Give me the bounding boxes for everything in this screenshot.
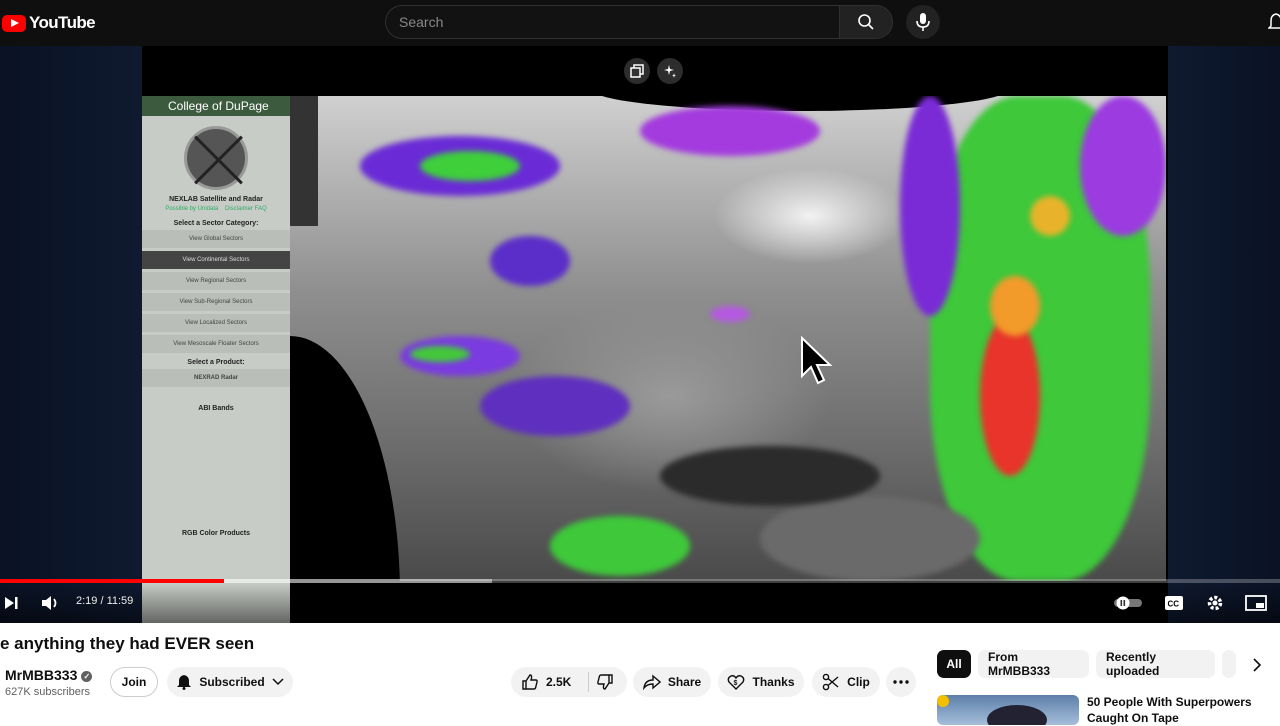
copy-icon: [630, 64, 644, 78]
sector-option: View Regional Sectors: [142, 272, 290, 290]
sparkle-icon: [664, 65, 676, 78]
svg-text:$: $: [734, 680, 738, 687]
select-sector-label: Select a Sector Category:: [173, 220, 259, 227]
youtube-logo[interactable]: YouTube: [2, 12, 96, 34]
more-actions-button[interactable]: [886, 667, 916, 697]
autoplay-toggle-icon: [1114, 596, 1142, 610]
rgb-label: RGB Color Products: [181, 530, 251, 537]
thumbnail-badge-icon: [937, 695, 949, 707]
skip-next-icon: [5, 597, 18, 609]
clip-label: Clip: [847, 675, 870, 689]
bell-icon: [177, 675, 192, 690]
ai-overlay-button[interactable]: [657, 58, 683, 84]
nexlab-logo: [184, 126, 248, 190]
miniplayer-icon: [1245, 595, 1267, 611]
panel-title: NEXLAB Satellite and Radar: [169, 196, 263, 203]
like-count[interactable]: 2.5K: [546, 675, 571, 689]
sector-option: View Mesoscale Floater Sectors: [142, 335, 290, 353]
youtube-play-icon: [2, 14, 26, 32]
controls-bar: [0, 583, 1280, 623]
closed-captions-icon: CC: [1165, 596, 1183, 610]
chip-recently-uploaded[interactable]: Recently uploaded: [1096, 650, 1215, 678]
search-input[interactable]: Search: [385, 5, 839, 39]
chevron-right-icon[interactable]: [1252, 658, 1262, 672]
nexrad-label: NEXRAD Radar: [142, 369, 290, 387]
captions-button[interactable]: CC: [1163, 592, 1185, 614]
share-button[interactable]: Share: [633, 667, 711, 697]
select-product-label: Select a Product:: [187, 359, 245, 366]
autoplay-toggle[interactable]: [1114, 592, 1144, 614]
subscribed-button[interactable]: Subscribed: [167, 667, 293, 697]
search-button[interactable]: [839, 5, 893, 39]
nexlab-panel: College of DuPage NEXLAB Satellite and R…: [142, 96, 290, 623]
top-bar: YouTube Search: [0, 0, 1280, 46]
channel-name-text[interactable]: MrMBB333: [5, 667, 77, 683]
recommendation-title[interactable]: 50 People With Superpowers Caught On Tap…: [1087, 694, 1257, 726]
panel-link: Possible by Unidata: [165, 206, 219, 212]
share-label: Share: [667, 675, 702, 689]
cursor-icon: [801, 336, 833, 385]
like-divider: [588, 672, 590, 692]
recommendation-thumbnail[interactable]: [937, 695, 1079, 725]
panel-link: Disclaimer FAQ: [225, 206, 267, 212]
clip-button[interactable]: Clip: [812, 667, 880, 697]
time-display: 2:19 / 11:59: [76, 595, 134, 607]
scissors-icon: [822, 673, 839, 691]
volume-icon: [42, 596, 57, 610]
subscribed-label: Subscribed: [199, 675, 265, 689]
playlist-overlay-button[interactable]: [624, 58, 650, 84]
player-ambient-left: [0, 46, 142, 623]
video-player[interactable]: College of DuPage NEXLAB Satellite and R…: [0, 46, 1280, 623]
miniplayer-button[interactable]: [1244, 592, 1268, 614]
chip-from-channel[interactable]: From MrMBB333: [978, 650, 1089, 678]
channel-name[interactable]: MrMBB333 ✓: [5, 667, 93, 683]
more-horizontal-icon: [893, 680, 909, 684]
svg-text:CC: CC: [1168, 600, 1180, 609]
abi-label: ABI Bands: [198, 405, 234, 412]
subscriber-count: 627K subscribers: [5, 686, 90, 698]
chip-all[interactable]: All: [937, 650, 971, 678]
panel-brand: College of DuPage: [142, 96, 290, 116]
sector-option: View Localized Sectors: [142, 314, 290, 332]
notifications-bell-icon[interactable]: [1268, 12, 1280, 32]
chip-partial[interactable]: [1222, 650, 1236, 678]
like-icon[interactable]: [521, 673, 539, 691]
player-ambient-right: [1168, 46, 1280, 623]
like-dislike-group: 2.5K: [511, 667, 627, 697]
satellite-image: [290, 96, 1166, 581]
video-title: e anything they had EVER seen: [0, 634, 255, 653]
join-button[interactable]: Join: [110, 667, 158, 697]
logo-text: YouTube: [29, 13, 96, 32]
voice-search-button[interactable]: [906, 5, 940, 39]
settings-button[interactable]: [1204, 592, 1226, 614]
sector-option: View Sub-Regional Sectors: [142, 293, 290, 311]
mute-button[interactable]: [38, 592, 62, 614]
chevron-down-icon: [272, 678, 284, 686]
next-button[interactable]: [2, 592, 20, 614]
sector-option: View Global Sectors: [142, 230, 290, 248]
video-frame[interactable]: College of DuPage NEXLAB Satellite and R…: [142, 46, 1168, 623]
panel-tools: [290, 96, 318, 226]
join-label: Join: [121, 675, 147, 689]
share-icon: [642, 674, 661, 690]
thanks-button[interactable]: $ Thanks: [718, 667, 804, 697]
dislike-icon[interactable]: [596, 673, 614, 691]
microphone-icon: [916, 13, 930, 31]
search-icon: [858, 14, 874, 30]
verified-icon: ✓: [81, 670, 93, 682]
thanks-label: Thanks: [752, 675, 795, 689]
gear-icon: [1207, 595, 1223, 611]
sector-option: View Continental Sectors: [142, 251, 290, 269]
thanks-heart-icon: $: [728, 675, 745, 690]
